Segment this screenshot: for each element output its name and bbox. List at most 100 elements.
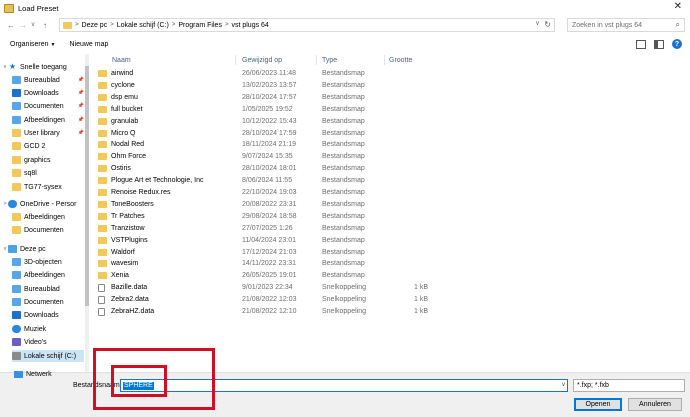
- new-folder-button[interactable]: Nieuwe map: [69, 41, 108, 48]
- file-type: Bestandsmap: [322, 224, 365, 232]
- sidebar-item[interactable]: Downloads: [12, 309, 84, 321]
- forward-arrow-icon[interactable]: →: [17, 19, 29, 31]
- sidebar-item[interactable]: Afbeeldingen: [12, 211, 84, 223]
- sidebar-item[interactable]: 3D-objecten: [12, 256, 84, 268]
- file-type: Bestandsmap: [322, 272, 365, 280]
- sidebar-item[interactable]: User library 📌: [12, 127, 84, 139]
- column-divider[interactable]: [384, 55, 385, 65]
- file-type: Bestandsmap: [322, 117, 365, 125]
- navigation-scrollbar[interactable]: [85, 54, 89, 372]
- column-header-name[interactable]: Naam: [112, 54, 131, 66]
- open-button[interactable]: Openen: [574, 398, 622, 411]
- file-row[interactable]: cyclone 13/02/2023 13:57 Bestandsmap: [92, 80, 690, 92]
- change-view-icon[interactable]: [636, 39, 646, 49]
- sidebar-item[interactable]: Muziek: [12, 323, 84, 335]
- file-row[interactable]: granulab 10/12/2022 15:43 Bestandsmap: [92, 116, 690, 128]
- close-icon[interactable]: ✕: [674, 1, 682, 12]
- file-name: Renoise Redux.res: [111, 189, 171, 196]
- folder-app-icon: [4, 3, 14, 13]
- sidebar-item[interactable]: Documenten: [12, 224, 84, 236]
- sidebar-item[interactable]: sq8l: [12, 167, 84, 179]
- column-header-type[interactable]: Type: [322, 54, 337, 66]
- file-row[interactable]: Ohm Force 9/07/2024 15:35 Bestandsmap: [92, 151, 690, 163]
- file-row[interactable]: VSTPlugins 11/04/2024 23:01 Bestandsmap: [92, 235, 690, 247]
- file-row[interactable]: Bazille.data 9/01/2023 22:34 Snelkoppeling…: [92, 282, 690, 294]
- folder-icon: [12, 129, 21, 137]
- file-type: Bestandsmap: [322, 70, 365, 77]
- file-row[interactable]: Tr Patches 29/08/2024 18:58 Bestandsmap: [92, 211, 690, 223]
- folder-icon: [98, 165, 107, 173]
- sidebar-item[interactable]: Downloads 📌: [12, 87, 84, 99]
- sidebar-item[interactable]: > OneDrive - Persor: [2, 198, 84, 210]
- file-row[interactable]: Xenia 26/05/2025 19:01 Bestandsmap: [92, 270, 690, 282]
- column-header-size[interactable]: Grootte: [389, 54, 412, 66]
- file-name: Nodal Red: [111, 141, 145, 149]
- sidebar-item[interactable]: GCD 2: [12, 140, 84, 152]
- sidebar-item[interactable]: Bureaublad: [12, 283, 84, 295]
- sidebar-item[interactable]: Documenten: [12, 296, 84, 308]
- file-row[interactable]: airwind 26/06/2023 11:48 Bestandsmap: [92, 68, 690, 80]
- recent-locations-chevron-icon[interactable]: v: [29, 19, 37, 31]
- breadcrumb-vst-plugs-64[interactable]: vst plugs 64: [231, 22, 268, 29]
- sidebar-item[interactable]: v ★ Snelle toegang: [2, 61, 84, 73]
- sidebar-item-network[interactable]: Netwerk: [14, 371, 52, 378]
- file-row[interactable]: dsp emu 28/10/2024 17:57 Bestandsmap: [92, 92, 690, 104]
- breadcrumb-lokale-schijf[interactable]: Lokale schijf (C:): [117, 22, 169, 29]
- onedrive-icon: [8, 200, 17, 208]
- sidebar-item[interactable]: Lokale schijf (C:): [12, 350, 84, 362]
- refresh-icon[interactable]: ↻: [544, 20, 551, 29]
- sidebar-item[interactable]: Documenten 📌: [12, 100, 84, 112]
- breadcrumb-program-files[interactable]: Program Files: [178, 22, 222, 29]
- file-row[interactable]: Zebra2.data 21/08/2022 12:03 Snelkoppeling…: [92, 294, 690, 306]
- cancel-button[interactable]: Annuleren: [628, 398, 682, 411]
- file-name: full bucket: [111, 105, 143, 113]
- file-type: Bestandsmap: [322, 236, 365, 244]
- file-row[interactable]: Renoise Redux.res 22/10/2024 19:03 Bestand…: [92, 187, 690, 199]
- sidebar-item[interactable]: TG77-sysex: [12, 181, 84, 193]
- file-name: ZebraHZ.data: [111, 308, 155, 315]
- pin-icon: 📌: [77, 103, 84, 109]
- file-row[interactable]: full bucket 1/05/2025 19:52 Bestandsmap: [92, 104, 690, 116]
- chevron-right-icon[interactable]: >: [110, 22, 114, 28]
- column-divider[interactable]: [316, 55, 317, 65]
- search-placeholder[interactable]: Zoeken in vst plugs 64: [572, 22, 676, 29]
- file-date: 21/08/2022 12:10: [242, 308, 297, 315]
- preview-pane-icon[interactable]: [654, 39, 664, 49]
- file-row[interactable]: wavesim 14/11/2022 23:31 Bestandsmap: [92, 258, 690, 270]
- search-icon[interactable]: ⌕: [676, 20, 680, 30]
- command-bar: Organiseren ▼ Nieuwe map ?: [0, 36, 690, 53]
- up-arrow-icon[interactable]: ↑: [39, 19, 51, 31]
- breadcrumb-deze-pc[interactable]: Deze pc: [82, 22, 108, 29]
- address-bar[interactable]: > Deze pc > Lokale schijf (C:) > Program…: [59, 18, 555, 32]
- search-box[interactable]: Zoeken in vst plugs 64 ⌕: [567, 18, 685, 32]
- organize-button[interactable]: Organiseren ▼: [10, 41, 55, 48]
- file-date: 10/12/2022 15:43: [242, 117, 297, 125]
- file-row[interactable]: Plogue Art et Technologie, Inc 8/06/2024 …: [92, 175, 690, 187]
- chevron-right-icon[interactable]: >: [75, 22, 79, 28]
- file-name: granulab: [111, 117, 139, 125]
- back-arrow-icon[interactable]: ←: [5, 19, 17, 31]
- file-row[interactable]: Waldorf 17/12/2024 21:03 Bestandsmap: [92, 247, 690, 259]
- help-icon[interactable]: ?: [672, 39, 682, 49]
- file-row[interactable]: Micro Q 28/10/2024 17:59 Bestandsmap: [92, 128, 690, 140]
- chevron-down-icon[interactable]: v: [562, 382, 565, 388]
- sidebar-item[interactable]: Video's: [12, 336, 84, 348]
- address-dropdown-icon[interactable]: v: [536, 21, 539, 27]
- filetype-select[interactable]: *.fxp; *.fxb: [573, 379, 685, 392]
- file-row[interactable]: ZebraHZ.data 21/08/2022 12:10 Snelkoppelin…: [92, 306, 690, 318]
- file-row[interactable]: Tranzistow 27/07/2025 1:26 Bestandsmap: [92, 223, 690, 235]
- chevron-right-icon[interactable]: >: [225, 22, 229, 28]
- sidebar-item[interactable]: Bureaublad 📌: [12, 74, 84, 86]
- sidebar-item[interactable]: Afbeeldingen: [12, 269, 84, 281]
- file-row[interactable]: Nodal Red 18/11/2024 21:19 Bestandsmap: [92, 139, 690, 151]
- sidebar-item[interactable]: Afbeeldingen 📌: [12, 114, 84, 126]
- sidebar-item[interactable]: v Deze pc: [2, 243, 84, 255]
- sidebar-item-label: Bureaublad: [24, 76, 60, 84]
- scrollbar-thumb[interactable]: [85, 66, 89, 306]
- file-row[interactable]: Ostiris 28/10/2024 18:01 Bestandsmap: [92, 163, 690, 175]
- chevron-right-icon[interactable]: >: [172, 22, 176, 28]
- sidebar-item[interactable]: graphics: [12, 154, 84, 166]
- file-row[interactable]: ToneBoosters 20/08/2022 23:31 Bestandsmap: [92, 199, 690, 211]
- column-divider[interactable]: [235, 55, 236, 65]
- column-header-date[interactable]: Gewijzigd op: [242, 54, 282, 66]
